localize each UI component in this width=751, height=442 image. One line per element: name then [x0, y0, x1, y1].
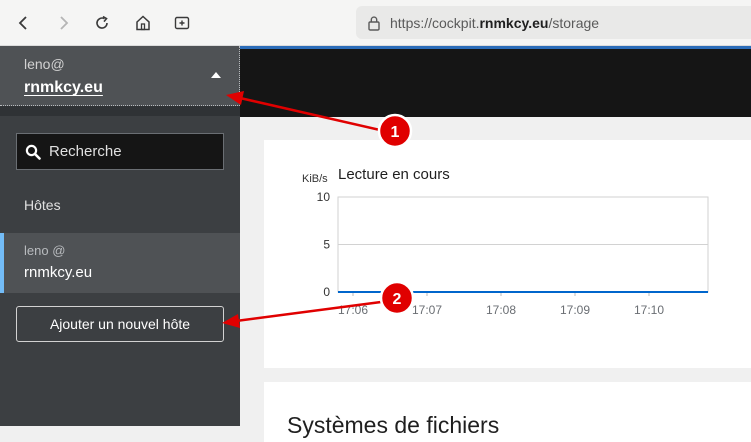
- host-item-rnmkcy[interactable]: leno @ rnmkcy.eu: [0, 233, 240, 293]
- filesystems-card: Systèmes de fichiers: [264, 382, 751, 442]
- add-host-button[interactable]: Ajouter un nouvel hôte: [16, 306, 224, 342]
- new-tab-icon[interactable]: [171, 12, 193, 34]
- page-header: [240, 46, 751, 117]
- chart-x-tick-label: 17:10: [634, 303, 664, 317]
- chart-y-tick-label: 10: [317, 190, 331, 204]
- chart-y-tick-label: 5: [323, 238, 330, 252]
- forward-arrow-icon[interactable]: [52, 12, 74, 34]
- host-item-user: leno @: [24, 243, 66, 258]
- hosts-label: Hôtes: [24, 197, 61, 213]
- host-search[interactable]: [16, 133, 224, 170]
- chart-x-tick-label: 17:06: [338, 303, 368, 317]
- chart-x-tick-label: 17:09: [560, 303, 590, 317]
- sidebar-divider: [0, 106, 240, 116]
- main-content: KiB/s Lecture en cours 10 5 0 17:06 17:07 17:…: [240, 46, 751, 442]
- url-text: https://cockpit.rnmkcy.eu/storage: [390, 15, 599, 31]
- search-icon: [25, 144, 41, 160]
- host-switcher[interactable]: leno@ rnmkcy.eu: [0, 46, 240, 106]
- read-chart: 10 5 0 17:06 17:07 17:08 17:09 17:10: [317, 190, 709, 317]
- host-switcher-user: leno@: [24, 56, 65, 72]
- chart-y-tick-label: 0: [323, 285, 330, 299]
- chart-x-tick-label: 17:08: [486, 303, 516, 317]
- url-domain: rnmkcy.eu: [479, 14, 549, 31]
- home-icon[interactable]: [132, 12, 154, 34]
- chart-x-tick-label: 17:07: [412, 303, 442, 317]
- read-chart-card: KiB/s Lecture en cours 10 5 0 17:06 17:07 17:…: [264, 140, 751, 368]
- back-arrow-icon[interactable]: [13, 12, 35, 34]
- host-switcher-host: rnmkcy.eu: [24, 79, 103, 96]
- host-item-host: rnmkcy.eu: [24, 264, 93, 281]
- lock-icon: [367, 14, 383, 32]
- url-path: /storage: [548, 14, 600, 31]
- address-bar[interactable]: https://cockpit.rnmkcy.eu/storage: [356, 6, 751, 39]
- url-prefix: https://cockpit.: [390, 14, 480, 31]
- search-input[interactable]: [49, 143, 209, 160]
- caret-up-icon[interactable]: [211, 72, 221, 78]
- browser-toolbar: https://cockpit.rnmkcy.eu/storage: [0, 0, 751, 46]
- reload-icon[interactable]: [91, 12, 113, 34]
- sidebar: leno@ rnmkcy.eu Hôtes leno @ rnmkcy.eu A…: [0, 46, 240, 426]
